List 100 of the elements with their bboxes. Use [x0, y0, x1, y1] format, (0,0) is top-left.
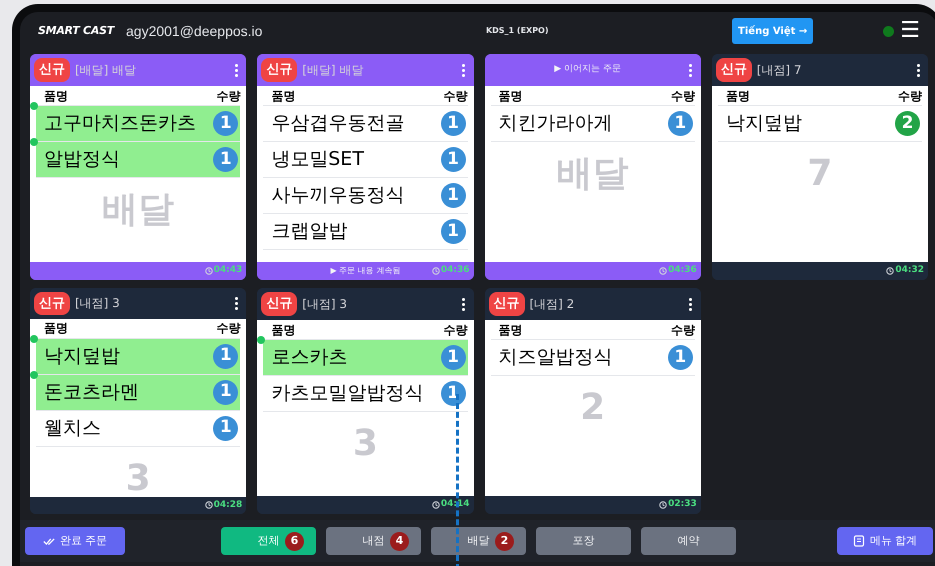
- order-item-row[interactable]: 고구마치즈돈카츠 1: [36, 106, 240, 142]
- column-header: 품명: [271, 322, 296, 338]
- order-title: [내점] 3: [75, 295, 121, 312]
- count-badge: 4: [390, 532, 409, 550]
- order-item-row[interactable]: 사누끼우동정식 1: [263, 178, 468, 214]
- quantity-badge: 1: [213, 111, 238, 136]
- column-header: 수량: [444, 88, 468, 104]
- item-name: 낙지덮밥: [726, 111, 802, 136]
- quantity-badge: 2: [895, 111, 920, 136]
- check-icon: [257, 336, 266, 344]
- clock-icon: [659, 267, 668, 275]
- check-icon: [30, 102, 38, 110]
- clock-icon: [204, 501, 213, 510]
- order-item-row[interactable]: 알밥정식 1: [36, 142, 240, 178]
- item-name: 크랩알밥: [271, 219, 348, 244]
- new-badge: 신규: [488, 292, 524, 316]
- order-item-row[interactable]: 우삼겹우동전골 1: [263, 106, 468, 142]
- elapsed-time: 04:32: [895, 264, 924, 278]
- order-item-row[interactable]: 웰치스 1: [36, 410, 240, 447]
- item-name: 알밥정식: [44, 147, 120, 172]
- column-header: 수량: [444, 322, 468, 338]
- quantity-badge: 1: [213, 344, 238, 369]
- order-item-row[interactable]: 낙지덮밥 2: [718, 106, 922, 142]
- new-badge: 신규: [716, 58, 752, 82]
- order-title: [배달] 배달: [75, 62, 138, 79]
- order-title: [내점] 3: [302, 296, 348, 313]
- item-name: 고구마치즈돈카츠: [44, 111, 196, 136]
- menu-button[interactable]: ☰: [900, 20, 920, 42]
- elapsed-time: 04:36: [440, 264, 470, 278]
- order-item-row[interactable]: 치킨가라아게 1: [490, 106, 695, 142]
- quantity-badge: 1: [440, 219, 466, 244]
- clock-icon: [432, 267, 440, 275]
- filter-tab[interactable]: 배달 2: [431, 527, 526, 555]
- column-header: 수량: [898, 88, 922, 104]
- column-header: 수량: [670, 322, 695, 338]
- quantity-badge: 1: [440, 147, 466, 172]
- order-item-row[interactable]: 냉모밀SET 1: [263, 142, 468, 178]
- quantity-badge: 1: [668, 111, 693, 136]
- quantity-badge: 1: [440, 111, 466, 136]
- quantity-badge: 1: [440, 183, 466, 208]
- quantity-badge: 1: [668, 345, 693, 370]
- item-name: 치즈알밥정식: [498, 345, 612, 370]
- menu-summary-button[interactable]: 메뉴 합계: [837, 527, 933, 555]
- item-name: 우삼겹우동전골: [271, 111, 404, 136]
- order-item-row[interactable]: 크랩알밥 1: [263, 214, 468, 250]
- receipt-icon: [852, 535, 865, 547]
- check-icon: [30, 334, 38, 343]
- filter-tab[interactable]: 예약: [641, 527, 736, 555]
- quantity-badge: 1: [213, 380, 238, 405]
- elapsed-time: 04:36: [668, 264, 697, 278]
- order-item-row[interactable]: 낙지덮밥 1: [36, 338, 240, 375]
- item-name: 돈코츠라멘: [44, 380, 139, 405]
- column-header: 수량: [216, 88, 240, 104]
- new-badge: 신규: [34, 292, 70, 316]
- item-name: 로스카츠: [271, 345, 348, 370]
- count-badge: 6: [285, 532, 304, 550]
- account-email: agy2001@deeppos.io: [126, 22, 262, 41]
- check-icon: [30, 138, 38, 146]
- more-button[interactable]: [460, 298, 468, 310]
- order-item-row[interactable]: 로스카츠 1: [263, 340, 468, 376]
- item-name: 사누끼우동정식: [271, 183, 404, 208]
- new-badge: 신규: [261, 58, 298, 82]
- logo: SMART CAST: [38, 22, 116, 39]
- item-name: 냉모밀SET: [271, 147, 364, 172]
- column-header: 품명: [498, 322, 522, 338]
- elapsed-time: 04:43: [214, 264, 242, 278]
- clock-icon: [659, 501, 668, 509]
- column-header: 품명: [726, 88, 750, 104]
- continued-note: ▶ 주문 내용 계속됨: [330, 265, 400, 277]
- order-title: [내점] 7: [756, 62, 803, 79]
- quantity-badge: 1: [213, 416, 238, 441]
- item-name: 치킨가라아게: [498, 111, 612, 136]
- double-check-icon: [42, 536, 55, 546]
- order-item-row[interactable]: 치즈알밥정식 1: [490, 340, 695, 376]
- check-icon: [30, 370, 38, 379]
- order-item-row[interactable]: 돈코츠라멘 1: [36, 374, 240, 411]
- elapsed-time: 02:33: [668, 498, 697, 512]
- item-name: 낙지덮밥: [44, 344, 120, 369]
- completed-orders-button[interactable]: 완료 주문: [25, 527, 125, 555]
- quantity-badge: 1: [213, 147, 238, 172]
- new-badge: 신규: [261, 292, 298, 316]
- column-header: 수량: [670, 88, 695, 104]
- filter-tab[interactable]: 내점 4: [326, 527, 421, 555]
- item-name: 웰치스: [44, 416, 101, 441]
- new-badge: 신규: [34, 58, 70, 82]
- filter-tab[interactable]: 전체 6: [221, 527, 316, 555]
- column-header: 품명: [44, 320, 68, 338]
- count-badge: 2: [495, 532, 514, 550]
- quantity-badge: 1: [440, 345, 466, 370]
- column-header: 품명: [44, 88, 68, 104]
- clock-icon: [886, 267, 894, 275]
- column-header: 수량: [216, 320, 240, 338]
- elapsed-time: 04:28: [214, 498, 242, 512]
- filter-tab[interactable]: 포장: [536, 527, 631, 555]
- item-name: 카츠모밀알밥정식: [271, 381, 424, 406]
- continued-order-label: ▶ 이어지는 주문: [553, 63, 622, 76]
- clock-icon: [432, 501, 440, 509]
- station-name: KDS_1 (EXPO): [484, 25, 550, 37]
- order-title: [배달] 배달: [302, 62, 364, 79]
- order-title: [내점] 2: [530, 296, 576, 313]
